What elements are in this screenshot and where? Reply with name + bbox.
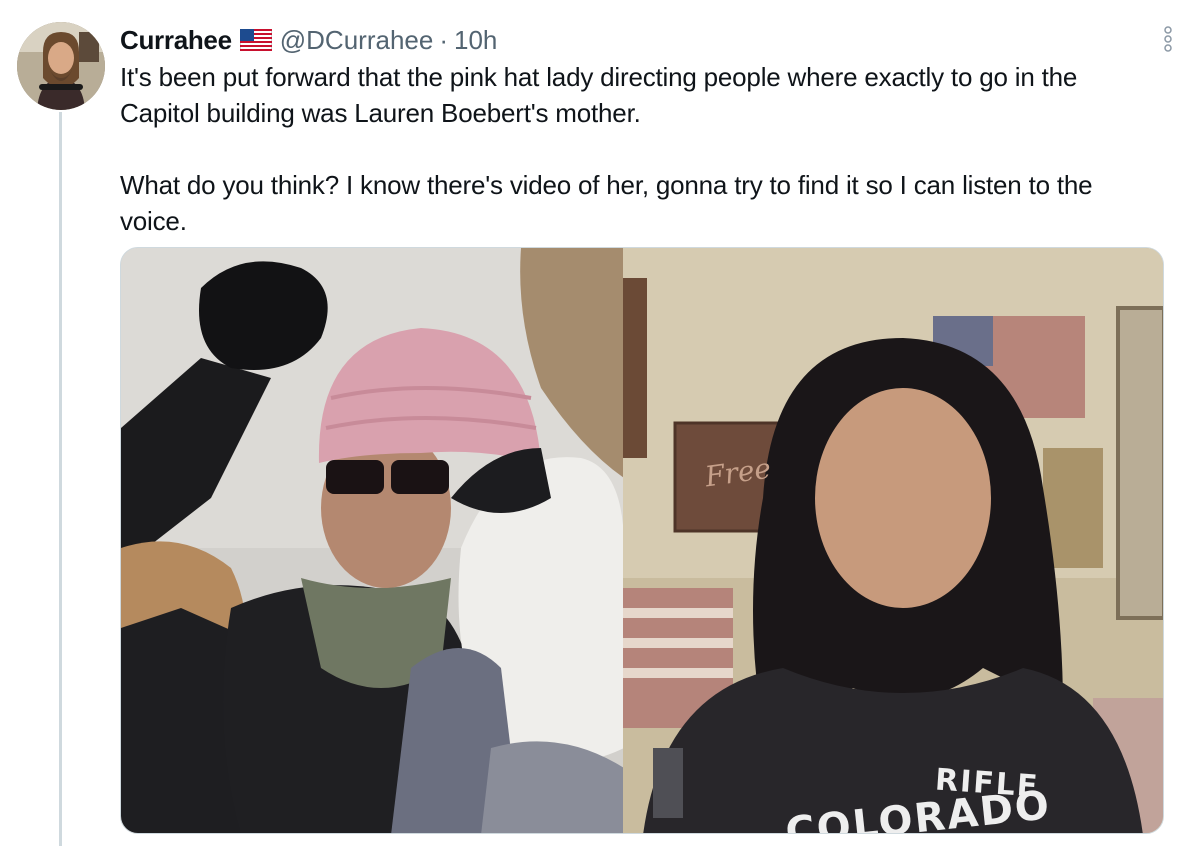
avatar[interactable] (17, 22, 105, 110)
thread-line (59, 112, 62, 846)
timestamp[interactable]: 10h (454, 25, 497, 56)
handle[interactable]: @DCurrahee (280, 25, 434, 56)
separator-dot: · (439, 24, 448, 55)
us-flag-icon (239, 28, 273, 52)
tweet-paragraph: It's been put forward that the pink hat … (120, 62, 1078, 128)
bearded-man-avatar-icon (17, 22, 105, 110)
photo-woman-dark-hair[interactable]: Free RIFLE COLORADO (623, 248, 1163, 833)
pink-hat-photo-icon (121, 248, 624, 833)
photo-woman-pink-hat[interactable] (121, 248, 624, 833)
tweet-paragraph: What do you think? I know there's video … (120, 170, 1093, 236)
media-grid: Free RIFLE COLORADO (120, 247, 1164, 834)
tweet-text: It's been put forward that the pink hat … (120, 59, 1160, 239)
dark-hair-photo-icon (623, 248, 1163, 833)
display-name[interactable]: Currahee (120, 25, 232, 56)
tweet-header: Currahee @DCurrahee · 10h (120, 24, 497, 56)
more-vertical-icon[interactable] (1158, 22, 1178, 56)
